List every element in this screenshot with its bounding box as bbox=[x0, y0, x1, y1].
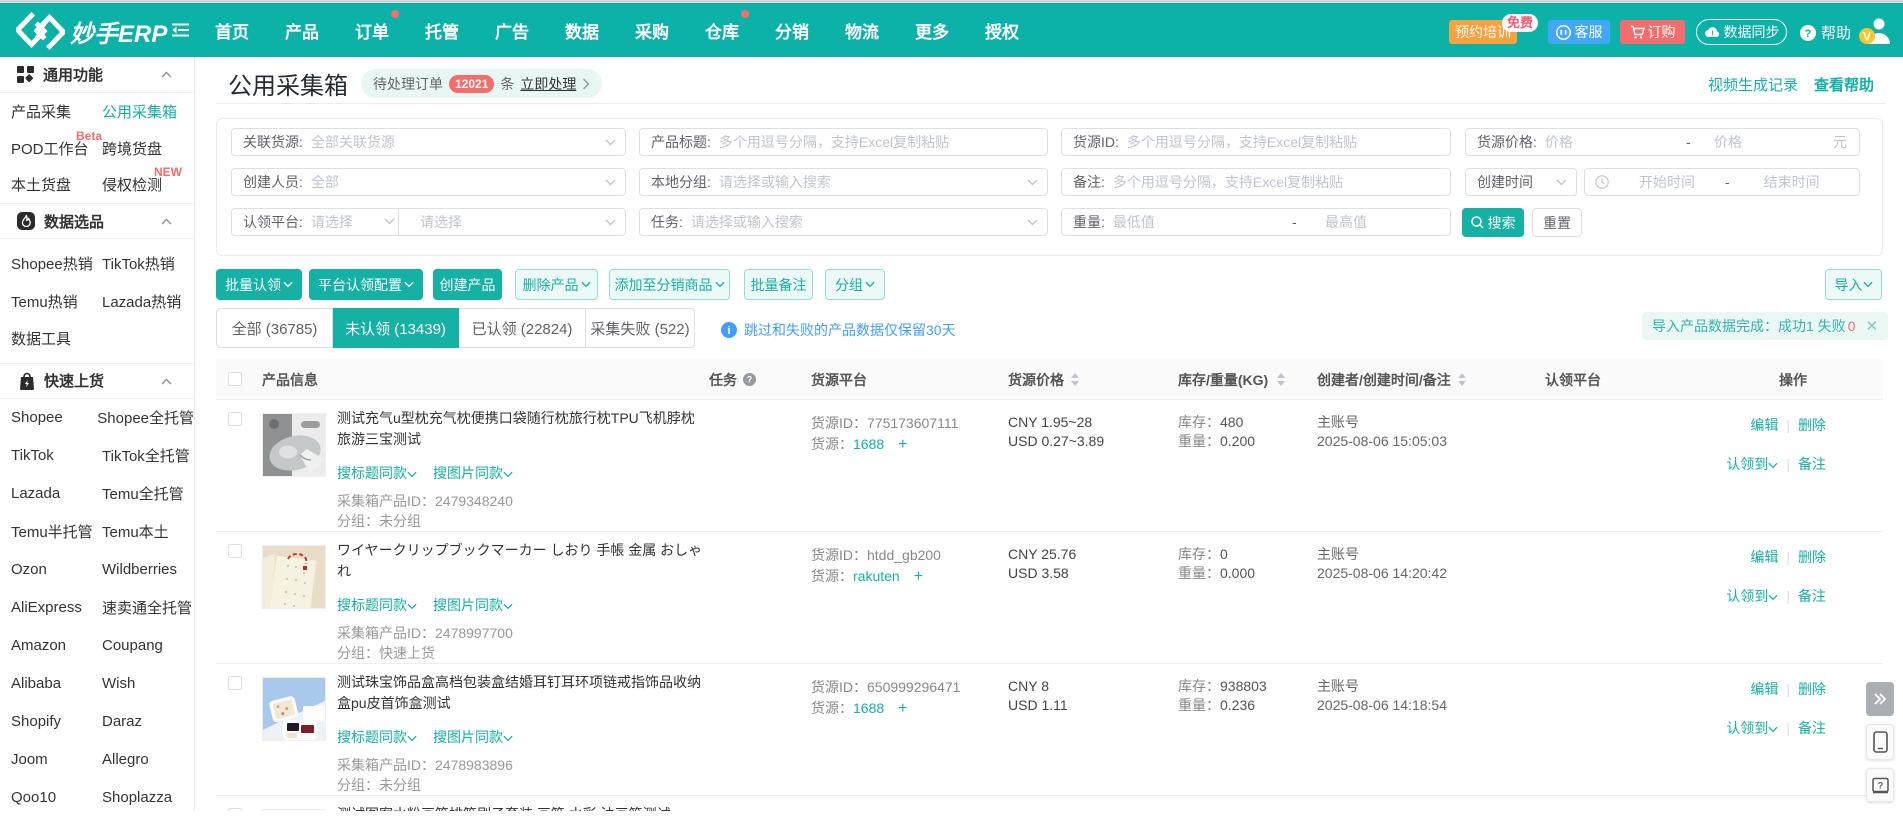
svg-text:i: i bbox=[727, 325, 730, 337]
svg-text:?: ? bbox=[1805, 28, 1812, 40]
svg-text:!: ! bbox=[1711, 28, 1714, 37]
svg-text:?: ? bbox=[747, 375, 753, 385]
svg-text:V: V bbox=[1863, 30, 1871, 44]
svg-text:?: ? bbox=[1877, 780, 1883, 790]
